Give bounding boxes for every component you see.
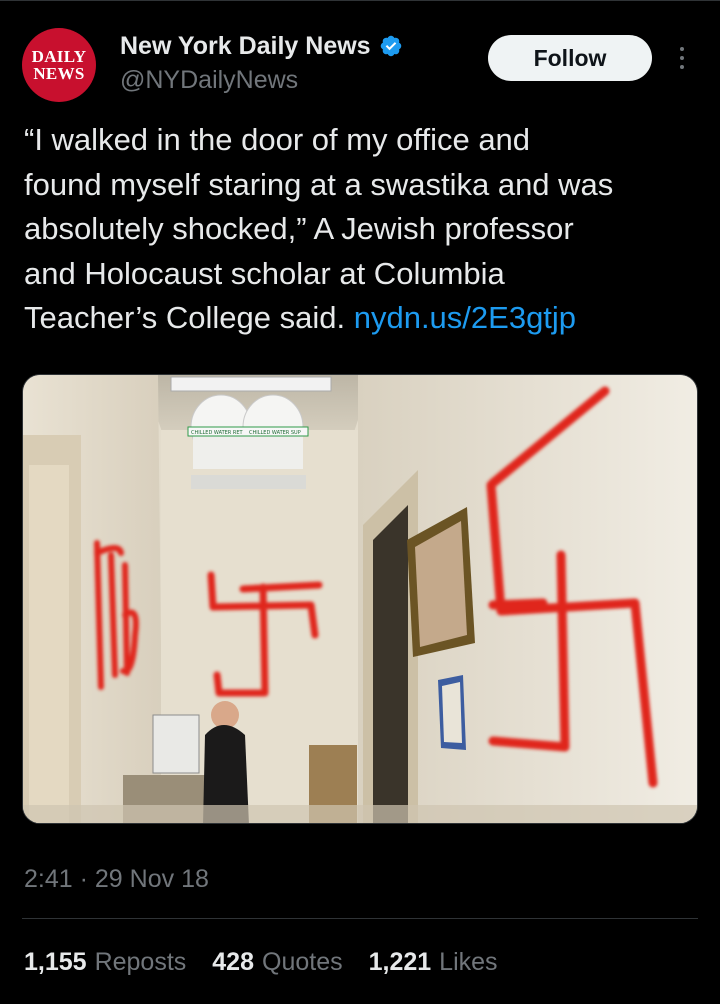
reposts-stat[interactable]: 1,155 Reposts xyxy=(24,944,186,980)
author-handle[interactable]: @NYDailyNews xyxy=(120,63,403,97)
top-divider xyxy=(0,0,720,1)
reposts-label: Reposts xyxy=(94,948,187,976)
tweet-link[interactable]: nydn.us/2E3gtjp xyxy=(354,300,576,335)
timestamp-date: 29 Nov 18 xyxy=(94,865,209,893)
pipe-label-left: CHILLED WATER RET xyxy=(191,430,244,436)
avatar-text-line2: NEWS xyxy=(33,64,85,83)
tweet-text: “I walked in the door of my office and f… xyxy=(24,118,704,341)
tweet-header: DAILY NEWS New York Daily News @NYDailyN… xyxy=(22,26,698,102)
author-name-block: New York Daily News @NYDailyNews xyxy=(120,30,403,97)
avatar[interactable]: DAILY NEWS xyxy=(22,28,96,102)
more-vertical-icon[interactable] xyxy=(672,40,692,76)
likes-count: 1,221 xyxy=(368,948,432,976)
pipe-label-right: CHILLED WATER SUP xyxy=(249,430,301,436)
timestamp-time: 2:41 xyxy=(24,865,73,893)
tweet-timestamp[interactable]: 2:41 · 29 Nov 18 xyxy=(24,862,209,896)
verified-badge-icon xyxy=(380,35,401,57)
timestamp-separator: · xyxy=(79,865,88,893)
reposts-count: 1,155 xyxy=(24,948,87,976)
avatar-text-line1: DAILY xyxy=(31,47,87,66)
tweet-photo[interactable]: CHILLED WATER RET CHILLED WATER SUP xyxy=(22,374,698,824)
author-display-name-row[interactable]: New York Daily News xyxy=(120,30,403,62)
likes-stat[interactable]: 1,221 Likes xyxy=(369,944,498,980)
engagement-stats: 1,155 Reposts 428 Quotes 1,221 Likes xyxy=(24,944,498,980)
quotes-label: Quotes xyxy=(262,948,343,976)
photo-scene: CHILLED WATER RET CHILLED WATER SUP xyxy=(23,375,697,823)
quotes-count: 428 xyxy=(212,948,254,976)
author-display-name[interactable]: New York Daily News xyxy=(120,30,371,62)
quotes-stat[interactable]: 428 Quotes xyxy=(212,944,342,980)
likes-label: Likes xyxy=(439,948,498,976)
follow-button[interactable]: Follow xyxy=(488,35,652,81)
stats-divider xyxy=(22,918,698,919)
